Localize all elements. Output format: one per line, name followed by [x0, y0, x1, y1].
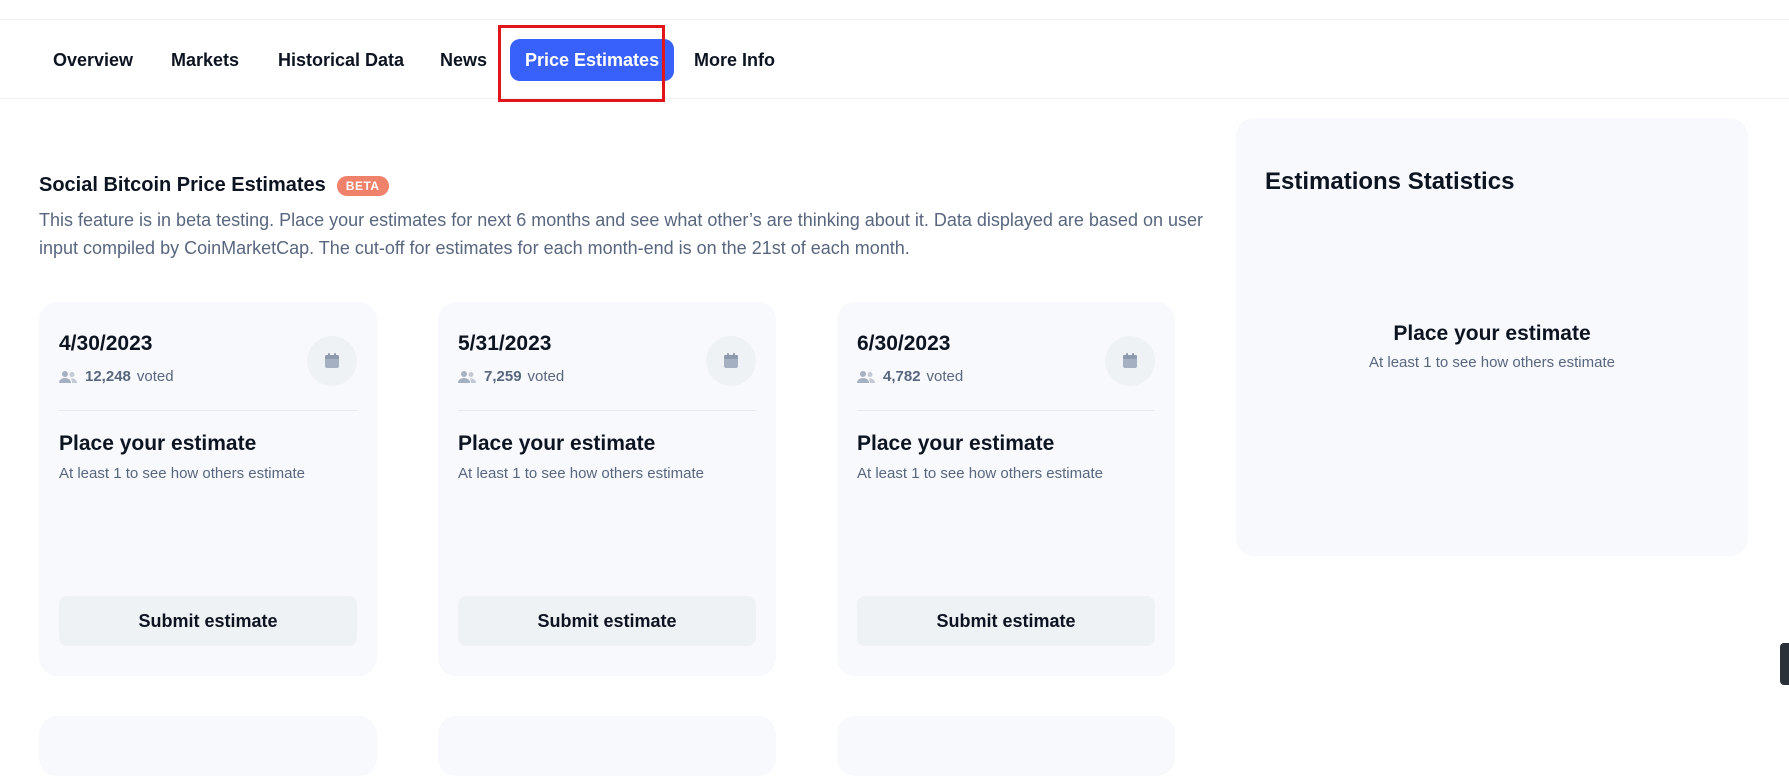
- calendar-button[interactable]: [706, 336, 756, 386]
- calendar-button[interactable]: [1105, 336, 1155, 386]
- card-divider: [59, 410, 357, 411]
- calendar-icon: [325, 353, 339, 368]
- tab-news[interactable]: News: [440, 39, 487, 81]
- prompt-subtitle: At least 1 to see how others estimate: [59, 465, 305, 482]
- prompt-subtitle: At least 1 to see how others estimate: [857, 465, 1103, 482]
- vote-count: 12,248 voted: [59, 368, 174, 385]
- vote-number: 12,248: [85, 368, 131, 385]
- tab-historical-data[interactable]: Historical Data: [278, 39, 404, 81]
- estimate-card: 5/31/2023 7,259 voted Place your estimat…: [438, 302, 776, 676]
- estimate-card: 6/30/2023 4,782 voted Place your estimat…: [837, 302, 1175, 676]
- section-description: This feature is in beta testing. Place y…: [39, 210, 1203, 258]
- voted-label: voted: [136, 368, 174, 385]
- prompt-title: Place your estimate: [59, 432, 257, 455]
- calendar-icon: [724, 353, 738, 368]
- beta-badge: BETA: [336, 175, 389, 196]
- tab-markets[interactable]: Markets: [171, 39, 239, 81]
- prompt-title: Place your estimate: [458, 432, 656, 455]
- prompt-title: Place your estimate: [857, 432, 1055, 455]
- voted-label: voted: [926, 368, 964, 385]
- section-title: Social Bitcoin Price Estimates: [39, 174, 326, 196]
- submit-estimate-button[interactable]: Submit estimate: [458, 596, 756, 646]
- people-icon: [458, 370, 476, 383]
- card-date: 6/30/2023: [857, 332, 951, 355]
- voted-label: voted: [527, 368, 565, 385]
- prompt-subtitle: At least 1 to see how others estimate: [458, 465, 704, 482]
- estimations-statistics-panel: Estimations Statistics Place your estima…: [1236, 118, 1748, 556]
- submit-estimate-button[interactable]: Submit estimate: [59, 596, 357, 646]
- card-date: 5/31/2023: [458, 332, 552, 355]
- vote-count: 4,782 voted: [857, 368, 963, 385]
- estimate-card-partial: [438, 716, 776, 776]
- estimate-card-partial: [837, 716, 1175, 776]
- stats-title: Estimations Statistics: [1265, 168, 1515, 195]
- card-divider: [458, 410, 756, 411]
- people-icon: [857, 370, 875, 383]
- side-drawer-handle[interactable]: [1780, 643, 1789, 685]
- vote-number: 4,782: [883, 368, 921, 385]
- stats-prompt-title: Place your estimate: [1393, 322, 1591, 345]
- submit-estimate-button[interactable]: Submit estimate: [857, 596, 1155, 646]
- card-date: 4/30/2023: [59, 332, 153, 355]
- estimate-card: 4/30/2023 12,248 voted Place your estima…: [39, 302, 377, 676]
- calendar-icon: [1123, 353, 1137, 368]
- tab-more-info[interactable]: More Info: [694, 39, 775, 81]
- estimate-card-partial: [39, 716, 377, 776]
- stats-prompt-subtitle: At least 1 to see how others estimate: [1369, 354, 1615, 371]
- vote-count: 7,259 voted: [458, 368, 564, 385]
- section-header: Social Bitcoin Price Estimates BETA: [39, 174, 389, 197]
- tab-overview[interactable]: Overview: [53, 39, 133, 81]
- people-icon: [59, 370, 77, 383]
- card-divider: [857, 410, 1155, 411]
- tab-price-estimates[interactable]: Price Estimates: [510, 39, 675, 81]
- vote-number: 7,259: [484, 368, 522, 385]
- calendar-button[interactable]: [307, 336, 357, 386]
- coin-tab-bar: Overview Markets Historical Data News Pr…: [0, 20, 1789, 99]
